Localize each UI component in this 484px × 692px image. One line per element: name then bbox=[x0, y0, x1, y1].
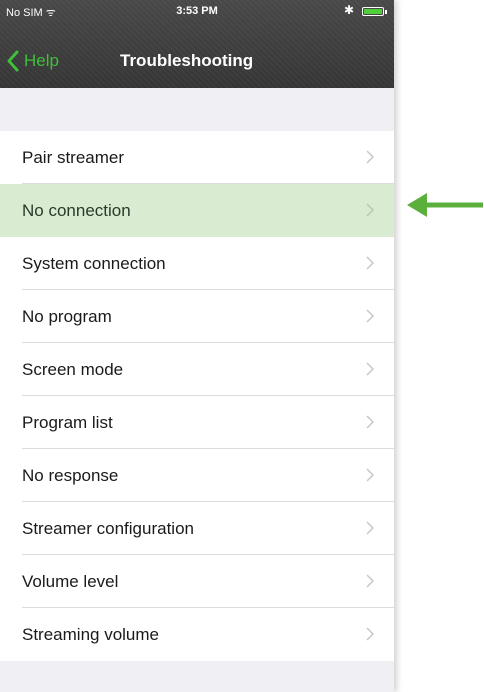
navigation-bar: Help Troubleshooting bbox=[0, 44, 394, 80]
status-bar: No SIM ᯤ 3:53 PM ✱ bbox=[0, 0, 394, 24]
list-item-no-program[interactable]: No program bbox=[0, 290, 394, 343]
phone-screen: No SIM ᯤ 3:53 PM ✱ Help Troubleshooting … bbox=[0, 0, 394, 692]
top-bar: No SIM ᯤ 3:53 PM ✱ Help Troubleshooting bbox=[0, 0, 394, 88]
bluetooth-icon: ✱ bbox=[343, 3, 354, 17]
chevron-right-icon bbox=[366, 256, 374, 270]
chevron-right-icon bbox=[366, 362, 374, 376]
list-item-label: No response bbox=[22, 465, 119, 485]
chevron-right-icon bbox=[366, 309, 374, 323]
list-item-pair-streamer[interactable]: Pair streamer bbox=[0, 131, 394, 184]
chevron-right-icon bbox=[366, 150, 374, 164]
list-item-label: No connection bbox=[22, 200, 131, 220]
list-item-label: Screen mode bbox=[22, 359, 124, 379]
clock-text: 3:53 PM bbox=[176, 5, 218, 17]
chevron-right-icon bbox=[366, 468, 374, 482]
list-item-label: Streamer configuration bbox=[22, 518, 194, 538]
list-item-label: Streaming volume bbox=[22, 624, 160, 644]
list-item-volume-level[interactable]: Volume level bbox=[0, 555, 394, 608]
back-button-label: Help bbox=[24, 51, 59, 70]
list-item-label: Pair streamer bbox=[22, 147, 125, 167]
list-item-streaming-volume[interactable]: Streaming volume bbox=[0, 608, 394, 661]
chevron-right-icon bbox=[366, 415, 374, 429]
chevron-right-icon bbox=[366, 521, 374, 535]
list-item-label: System connection bbox=[22, 253, 166, 273]
list-item-label: Program list bbox=[22, 412, 113, 432]
list-item-no-connection[interactable]: No connection bbox=[0, 184, 394, 237]
arrow-left-icon bbox=[407, 193, 483, 217]
page-title: Troubleshooting bbox=[120, 51, 254, 70]
list-item-system-connection[interactable]: System connection bbox=[0, 237, 394, 290]
back-button[interactable]: Help bbox=[6, 50, 59, 72]
battery-icon bbox=[362, 7, 387, 16]
list-item-label: No program bbox=[22, 306, 112, 326]
list-item-program-list[interactable]: Program list bbox=[0, 396, 394, 449]
chevron-right-icon bbox=[366, 627, 374, 641]
chevron-left-icon bbox=[7, 50, 19, 72]
list-item-screen-mode[interactable]: Screen mode bbox=[0, 343, 394, 396]
troubleshooting-list: Pair streamer No connection System conne… bbox=[0, 131, 394, 661]
list-item-label: Volume level bbox=[22, 571, 119, 591]
list-item-no-response[interactable]: No response bbox=[0, 449, 394, 502]
chevron-right-icon bbox=[366, 203, 374, 217]
chevron-right-icon bbox=[366, 574, 374, 588]
list-item-streamer-configuration[interactable]: Streamer configuration bbox=[0, 502, 394, 555]
